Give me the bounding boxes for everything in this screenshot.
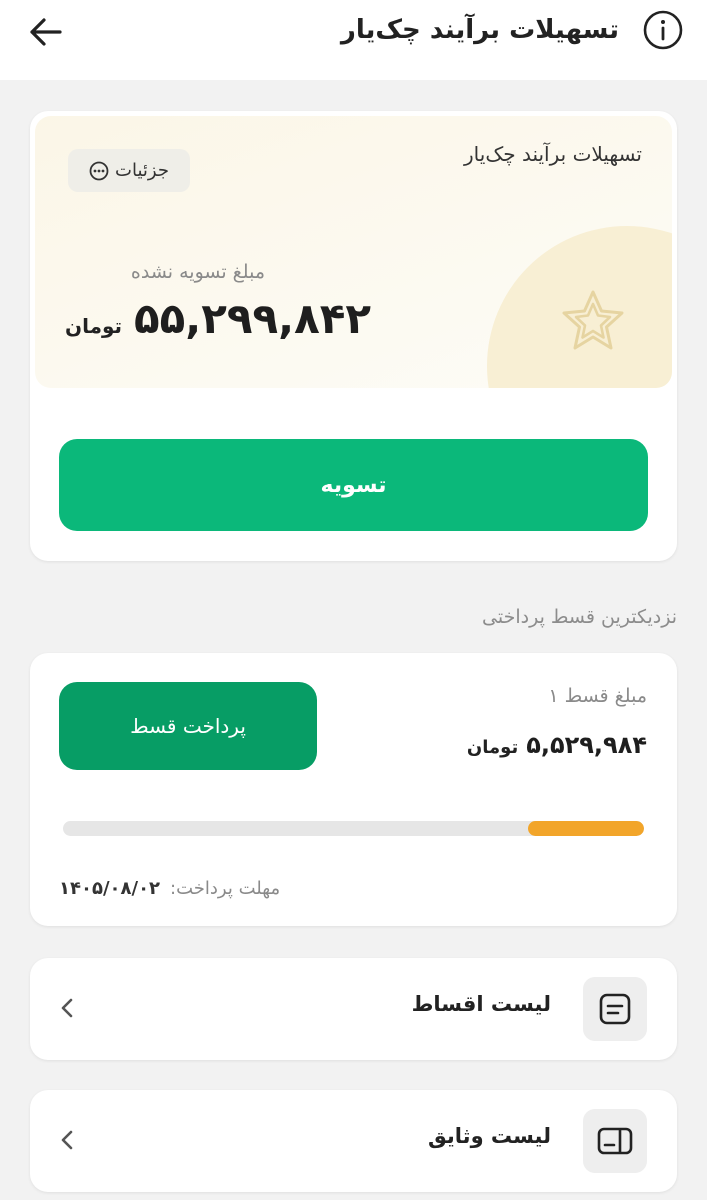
deadline-value: ۱۴۰۵/۰۸/۰۲ (59, 878, 161, 899)
installments-list-label: لیست اقساط (411, 992, 551, 1016)
installment-progress-bar (63, 821, 644, 836)
installment-progress-fill (527, 821, 644, 836)
back-button[interactable] (22, 12, 68, 52)
more-dots-icon (89, 161, 109, 180)
deadline-label: مهلت پرداخت: (170, 878, 281, 899)
currency-label: تومان (65, 314, 123, 338)
facility-title: تسهیلات برآیند چک‌یار (464, 142, 642, 166)
collaterals-list-item[interactable]: لیست وثایق (30, 1090, 677, 1192)
installments-list-icon-box (583, 977, 647, 1041)
page-title: تسهیلات برآیند چک‌یار (340, 15, 619, 45)
settle-button[interactable]: تسویه (59, 439, 648, 531)
payment-deadline: مهلت پرداخت: ۱۴۰۵/۰۸/۰۲ (59, 878, 321, 899)
collaterals-list-icon-box (583, 1109, 647, 1173)
chevron-left-icon (61, 1130, 73, 1150)
installments-list-item[interactable]: لیست اقساط (30, 958, 677, 1060)
currency-label: تومان (466, 737, 519, 758)
details-label: جزئیات (115, 160, 169, 181)
unsettled-amount-value: ۵۵,۲۹۹,۸۴۲ (134, 294, 372, 343)
collaterals-list-icon (597, 1127, 633, 1155)
details-button[interactable]: جزئیات (68, 149, 190, 192)
installment-label: مبلغ قسط ۱ (548, 685, 647, 707)
installment-card: مبلغ قسط ۱ تومان ۵,۵۲۹,۹۸۴ پرداخت قسط مه… (30, 653, 677, 926)
star-icon (562, 290, 624, 350)
top-bar: تسهیلات برآیند چک‌یار (0, 0, 707, 80)
installment-amount: تومان ۵,۵۲۹,۹۸۴ (467, 731, 647, 759)
info-icon (643, 10, 683, 50)
facility-card: تسهیلات برآیند چک‌یار جزئیات مبلغ تسویه … (30, 111, 677, 561)
collaterals-list-label: لیست وثایق (427, 1124, 551, 1148)
info-button[interactable] (641, 8, 685, 52)
installments-list-icon (599, 993, 631, 1025)
nearest-installment-section-title: نزدیکترین قسط پرداختی (482, 606, 677, 628)
unsettled-amount: تومان ۵۵,۲۹۹,۸۴۲ (65, 294, 371, 343)
pay-installment-button[interactable]: پرداخت قسط (59, 682, 317, 770)
arrow-left-icon (30, 18, 62, 46)
unsettled-amount-label: مبلغ تسویه نشده (130, 261, 265, 283)
installment-amount-value: ۵,۵۲۹,۹۸۴ (526, 731, 647, 759)
chevron-left-icon (61, 998, 73, 1018)
facility-promo-panel: تسهیلات برآیند چک‌یار جزئیات مبلغ تسویه … (35, 116, 672, 388)
